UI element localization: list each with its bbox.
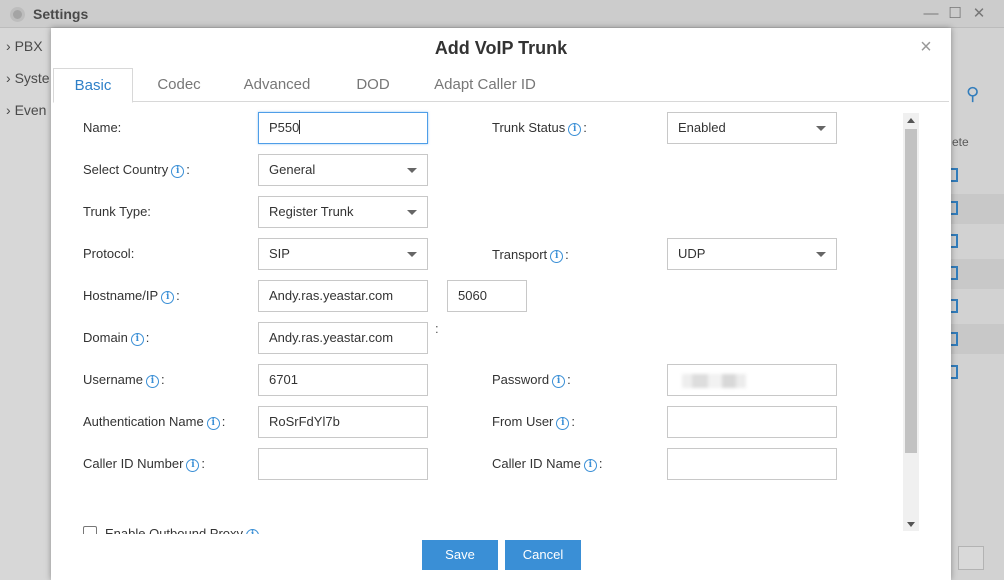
protocol-label: Protocol: xyxy=(83,246,135,261)
select-country-label-text: Select Country xyxy=(83,162,169,177)
chevron-down-icon xyxy=(407,210,417,215)
select-country-value: General xyxy=(269,162,316,177)
select-country-label: Select Country i: xyxy=(83,162,190,178)
trunk-status-select[interactable]: Enabled xyxy=(667,112,837,144)
tab-basic[interactable]: Basic xyxy=(53,68,133,103)
caller-id-name-input[interactable] xyxy=(667,448,837,480)
chevron-down-icon xyxy=(816,252,826,257)
domain-label-text: Domain xyxy=(83,330,128,345)
info-icon[interactable]: i xyxy=(145,375,159,388)
caller-id-number-input[interactable] xyxy=(258,448,428,480)
name-input[interactable]: P550 xyxy=(258,112,428,144)
password-mask xyxy=(682,374,746,388)
trunk-type-value: Register Trunk xyxy=(269,204,354,219)
tab-bar: Basic Codec Advanced DOD Adapt Caller ID xyxy=(53,68,949,103)
close-icon[interactable]: × xyxy=(917,37,935,57)
info-icon[interactable]: i xyxy=(161,291,175,304)
name-value: P550 xyxy=(269,120,300,135)
username-label: Username i: xyxy=(83,372,165,388)
tab-codec[interactable]: Codec xyxy=(139,68,219,102)
protocol-select[interactable]: SIP xyxy=(258,238,428,270)
transport-label: Transport i: xyxy=(492,247,569,263)
transport-label-text: Transport xyxy=(492,247,548,262)
from-user-input[interactable] xyxy=(667,406,837,438)
outbound-proxy-checkbox[interactable] xyxy=(83,526,97,534)
info-icon[interactable]: i xyxy=(130,333,144,346)
caller-id-name-label: Caller ID Name i: xyxy=(492,456,603,472)
port-separator: : xyxy=(435,321,439,336)
chevron-down-icon xyxy=(407,252,417,257)
transport-value: UDP xyxy=(678,246,706,261)
info-icon[interactable]: i xyxy=(583,459,597,472)
info-icon[interactable]: i xyxy=(568,123,582,136)
transport-select[interactable]: UDP xyxy=(667,238,837,270)
info-icon[interactable]: i xyxy=(552,375,566,388)
outbound-proxy-label-text: Enable Outbound Proxy xyxy=(105,526,244,534)
chevron-down-icon xyxy=(816,126,826,131)
from-user-label: From User i: xyxy=(492,414,576,430)
chevron-down-icon xyxy=(407,168,417,173)
dialog-title: Add VoIP Trunk xyxy=(434,38,568,58)
password-label-text: Password xyxy=(492,372,550,387)
info-icon[interactable]: i xyxy=(246,529,260,534)
domain-input[interactable]: Andy.ras.yeastar.com xyxy=(258,322,428,354)
trunk-type-label: Trunk Type: xyxy=(83,204,151,219)
info-icon[interactable]: i xyxy=(206,417,220,430)
scroll-down-arrow-icon[interactable] xyxy=(907,522,915,527)
name-label: Name: xyxy=(83,120,122,135)
hostname-input[interactable]: Andy.ras.yeastar.com xyxy=(258,280,428,312)
tab-dod[interactable]: DOD xyxy=(341,68,405,102)
trunk-status-value: Enabled xyxy=(678,120,726,135)
hostname-label-text: Hostname/IP xyxy=(83,288,159,303)
cancel-button[interactable]: Cancel xyxy=(505,540,581,570)
scroll-up-arrow-icon[interactable] xyxy=(907,118,915,123)
domain-label: Domain i: xyxy=(83,330,150,346)
info-icon[interactable]: i xyxy=(556,417,570,430)
password-input[interactable] xyxy=(667,364,837,396)
add-voip-trunk-dialog: Add VoIP Trunk × Basic Codec Advanced DO… xyxy=(51,28,951,580)
info-icon[interactable]: i xyxy=(550,250,564,263)
outbound-proxy-label: Enable Outbound Proxyi xyxy=(105,524,260,534)
caller-id-number-label: Caller ID Number i: xyxy=(83,456,206,472)
protocol-value: SIP xyxy=(269,246,290,261)
tab-adapt-caller-id[interactable]: Adapt Caller ID xyxy=(421,68,549,102)
auth-name-input[interactable]: RoSrFdYl7b xyxy=(258,406,428,438)
caller-id-number-label-text: Caller ID Number xyxy=(83,456,184,471)
auth-name-label: Authentication Name i: xyxy=(83,414,226,430)
text-cursor xyxy=(299,120,301,134)
info-icon[interactable]: i xyxy=(171,165,185,178)
caller-id-name-label-text: Caller ID Name xyxy=(492,456,581,471)
scrollbar-thumb[interactable] xyxy=(905,129,917,453)
auth-name-label-text: Authentication Name xyxy=(83,414,204,429)
form-scrollbar[interactable] xyxy=(903,113,919,531)
trunk-type-select[interactable]: Register Trunk xyxy=(258,196,428,228)
port-input[interactable]: 5060 xyxy=(447,280,527,312)
tab-advanced[interactable]: Advanced xyxy=(229,68,325,102)
select-country-select[interactable]: General xyxy=(258,154,428,186)
hostname-label: Hostname/IP i: xyxy=(83,288,180,304)
info-icon[interactable]: i xyxy=(186,459,200,472)
from-user-label-text: From User xyxy=(492,414,554,429)
username-input[interactable]: 6701 xyxy=(258,364,428,396)
password-label: Password i: xyxy=(492,372,571,388)
trunk-status-label-text: Trunk Status xyxy=(492,120,566,135)
save-button[interactable]: Save xyxy=(422,540,498,570)
trunk-form: Name: P550 Trunk Status i: Enabled Select… xyxy=(51,102,906,534)
username-label-text: Username xyxy=(83,372,143,387)
trunk-status-label: Trunk Status i: xyxy=(492,120,587,136)
